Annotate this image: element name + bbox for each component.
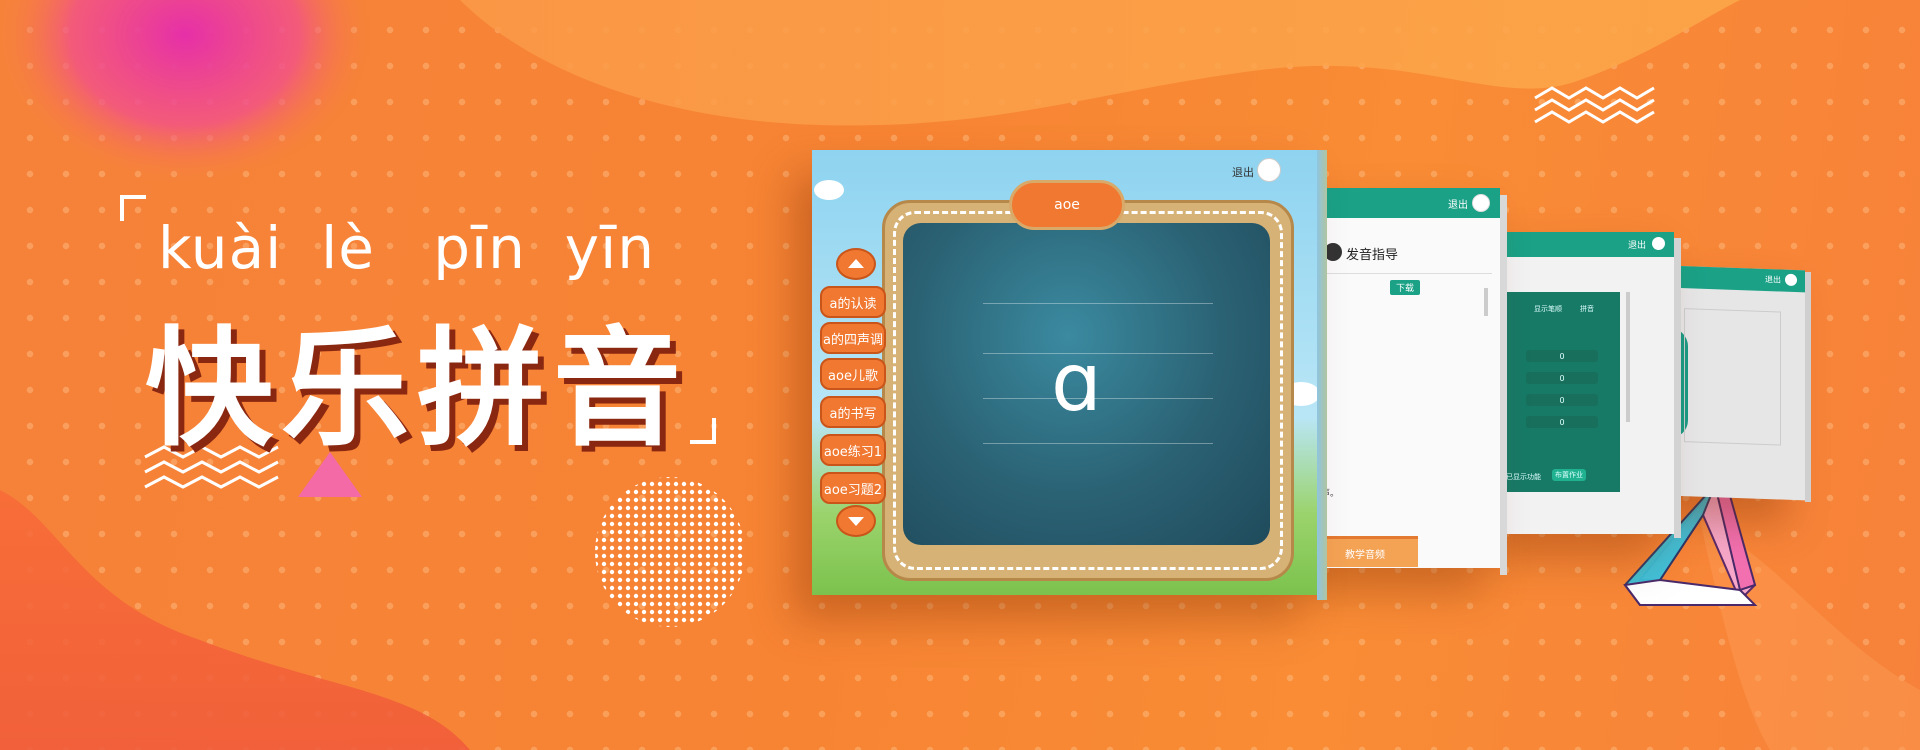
screen3-label-top-right: 拼音 [1580, 305, 1594, 313]
menu-item[interactable]: aoe练习1 [820, 434, 886, 466]
menu-item[interactable]: a的书写 [820, 396, 886, 428]
app-screen-2: 退出 发音指导 下载 调声。 教学音频 [1310, 188, 1500, 568]
board-letter: ɑ [1051, 336, 1102, 429]
screen3-footer-button[interactable]: 布置作业 [1552, 469, 1586, 481]
chevron-up-icon [848, 259, 864, 268]
app-screen-main: 退出 ɑ aoe [812, 150, 1320, 595]
screen4-header: 退出 [1670, 265, 1805, 293]
screen3-row[interactable]: 0 [1526, 350, 1598, 362]
pink-blob [0, 0, 375, 185]
divider [1322, 273, 1492, 274]
avatar-icon[interactable] [1472, 194, 1490, 212]
screen3-edge [1674, 238, 1681, 538]
screen3-panel: 显示笔顺 拼音 0 0 0 0 已显示功能 布置作业 [1500, 292, 1620, 492]
bracket-bottom-right [690, 418, 716, 444]
dotted-circle [595, 477, 745, 627]
menu-item[interactable]: a的认读 [820, 286, 886, 318]
avatar-icon[interactable] [1785, 273, 1797, 287]
screen3-header: 退出 [1498, 232, 1674, 257]
app-screen-3: 退出 显示笔顺 拼音 0 0 0 0 已显示功能 布置作业 [1498, 232, 1674, 534]
screen2-section-title: 发音指导 [1346, 248, 1399, 263]
screen3-scrollbar[interactable] [1626, 292, 1630, 422]
menu-item[interactable]: a的四声调 [820, 322, 886, 354]
ruled-line [983, 443, 1213, 444]
scroll-up-button[interactable] [836, 248, 876, 280]
cloud-decoration [814, 180, 844, 200]
screen3-logout-link[interactable]: 退出 [1628, 238, 1646, 251]
screen3-footer-left[interactable]: 已显示功能 [1506, 472, 1541, 482]
menu-item[interactable]: aoe儿歌 [820, 358, 886, 390]
main-logout-link[interactable]: 退出 [1232, 164, 1254, 180]
screen3-row[interactable]: 0 [1526, 394, 1598, 406]
ruled-line [983, 303, 1213, 304]
screen3-row[interactable]: 0 [1526, 416, 1598, 428]
banner-title: 快乐拼音 [145, 315, 690, 464]
screen2-header: 退出 [1310, 188, 1500, 218]
pinyin-subtitle: kuài lè pīn yīn [158, 214, 655, 282]
download-button[interactable]: 下载 [1390, 280, 1421, 295]
main-screen-edge [1317, 150, 1327, 600]
chalkboard-frame: ɑ [882, 200, 1294, 581]
screen4-logout-link[interactable]: 退出 [1765, 274, 1781, 286]
lesson-header-pill: aoe [1009, 180, 1125, 230]
app-screen-4: 退出 [1670, 265, 1805, 501]
avatar-icon[interactable] [1652, 237, 1665, 250]
screen3-row[interactable]: 0 [1526, 372, 1598, 384]
menu-item[interactable]: aoe习题2 [820, 472, 886, 504]
screen2-edge [1500, 195, 1507, 575]
screen2-logout-link[interactable]: 退出 [1448, 196, 1468, 211]
screen3-label-top: 显示笔顺 [1534, 305, 1562, 313]
bracket-top-left [120, 195, 146, 221]
scroll-down-button[interactable] [836, 505, 876, 537]
avatar-icon[interactable] [1257, 158, 1281, 182]
screen2-scrollbar[interactable] [1484, 288, 1488, 316]
zigzag-top-right [1534, 86, 1655, 124]
screen4-panel [1684, 308, 1781, 446]
teaching-audio-button[interactable]: 教学音频 [1312, 536, 1418, 567]
chevron-down-icon [848, 517, 864, 526]
chalkboard: ɑ [903, 223, 1270, 545]
screen4-edge [1805, 272, 1811, 502]
